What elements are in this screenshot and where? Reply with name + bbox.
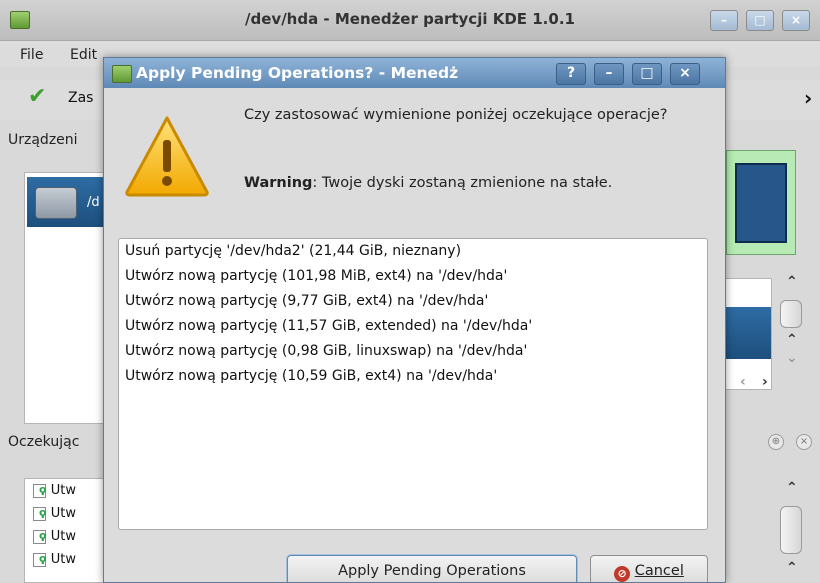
warning-message: Warning: Twoje dyski zostaną zmienione n… — [244, 172, 684, 194]
main-close-button[interactable]: × — [782, 10, 810, 31]
pending-item-label: Utw — [50, 506, 76, 521]
hard-disk-icon — [35, 187, 77, 219]
pending-bulb-icon: ϙ — [39, 483, 47, 496]
pending-item[interactable]: ϙ Utw — [33, 483, 76, 501]
main-maximize-button[interactable]: □ — [746, 10, 774, 31]
pending-item[interactable]: ϙ Utw — [33, 529, 76, 547]
dialog-close-button[interactable]: × — [670, 63, 700, 85]
toolbar-apply-label[interactable]: Zas — [68, 90, 93, 106]
cancel-button-label: Cancel — [634, 563, 684, 579]
scroll-up-arrow-icon-2[interactable]: ⌃ — [786, 332, 798, 348]
devices-panel-label: Urządzeni — [8, 132, 78, 148]
operation-item[interactable]: Usuń partycję '/dev/hda2' (21,44 GiB, ni… — [125, 243, 461, 259]
dialog-minimize-button[interactable]: – — [594, 63, 624, 85]
dialog-titlebar[interactable]: Apply Pending Operations? - Menedż ? – □… — [104, 58, 725, 88]
toolbar-overflow-arrow[interactable]: › — [804, 86, 812, 110]
pending-item[interactable]: ϙ Utw — [33, 552, 76, 570]
dialog-title: Apply Pending Operations? - Menedż — [136, 64, 459, 82]
scroll-left-arrow-icon[interactable]: ‹ — [740, 374, 746, 390]
main-window-title: /dev/hda - Menedżer partycji KDE 1.0.1 — [245, 10, 575, 28]
operation-item[interactable]: Utwórz nową partycję (0,98 GiB, linuxswa… — [125, 343, 527, 359]
pending-item-label: Utw — [50, 483, 76, 498]
cancel-button[interactable]: ⊘ Cancel — [590, 555, 708, 582]
apply-pending-operations-button[interactable]: Apply Pending Operations — [287, 555, 577, 582]
pending-bulb-icon: ϙ — [39, 552, 47, 565]
partition-scrollbar-thumb[interactable] — [780, 300, 802, 328]
warning-label: Warning — [244, 175, 313, 191]
confirm-question-text: Czy zastosować wymienione poniżej oczeku… — [244, 107, 668, 123]
apply-pending-dialog: Apply Pending Operations? - Menedż ? – □… — [103, 57, 726, 583]
partition-graphic[interactable] — [726, 150, 796, 255]
selected-device-row[interactable]: /d — [27, 177, 113, 227]
cancel-icon: ⊘ — [614, 566, 631, 582]
pending-panel-label: Oczekując — [8, 434, 80, 450]
dialog-maximize-button[interactable]: □ — [632, 63, 662, 85]
menu-file[interactable]: File — [20, 47, 43, 63]
pending-bulb-icon: ϙ — [39, 506, 47, 519]
dialog-app-icon — [112, 65, 132, 83]
warning-icon — [125, 116, 209, 197]
apply-check-icon[interactable]: ✔ — [28, 84, 46, 109]
pending-scroll-up-icon[interactable]: ⌃ — [786, 480, 798, 496]
pending-scrollbar-thumb[interactable] — [780, 506, 802, 554]
pending-bulb-icon: ϙ — [39, 529, 47, 542]
pending-item[interactable]: ϙ Utw — [33, 506, 76, 524]
operation-item[interactable]: Utwórz nową partycję (9,77 GiB, ext4) na… — [125, 293, 488, 309]
panel-float-icon[interactable]: ⊕ — [768, 434, 784, 450]
selected-device-name: /d — [87, 195, 100, 210]
main-window-titlebar[interactable]: /dev/hda - Menedżer partycji KDE 1.0.1 –… — [0, 0, 820, 41]
operation-item[interactable]: Utwórz nową partycję (10,59 GiB, ext4) n… — [125, 368, 497, 384]
scroll-right-arrow-icon[interactable]: › — [762, 374, 768, 390]
main-minimize-button[interactable]: – — [710, 10, 738, 31]
scroll-up-arrow-icon[interactable]: ⌃ — [786, 274, 798, 290]
pending-item-label: Utw — [50, 529, 76, 544]
operation-item[interactable]: Utwórz nową partycję (11,57 GiB, extende… — [125, 318, 532, 334]
pending-item-label: Utw — [50, 552, 76, 567]
operation-item[interactable]: Utwórz nową partycję (101,98 MiB, ext4) … — [125, 268, 507, 284]
menu-edit[interactable]: Edit — [70, 47, 97, 63]
warning-text: : Twoje dyski zostaną zmienione na stałe… — [312, 175, 613, 191]
operations-list[interactable]: Usuń partycję '/dev/hda2' (21,44 GiB, ni… — [118, 238, 708, 530]
panel-close-icon[interactable]: × — [796, 434, 812, 450]
dialog-help-button[interactable]: ? — [556, 63, 586, 85]
pending-scroll-up-icon-2[interactable]: ⌃ — [786, 560, 798, 576]
scroll-down-arrow-icon[interactable]: ⌄ — [786, 350, 798, 366]
apply-button-label: Apply Pending Operations — [338, 563, 526, 579]
partition-block[interactable] — [735, 163, 787, 243]
partition-table-selected-row[interactable] — [721, 307, 771, 359]
